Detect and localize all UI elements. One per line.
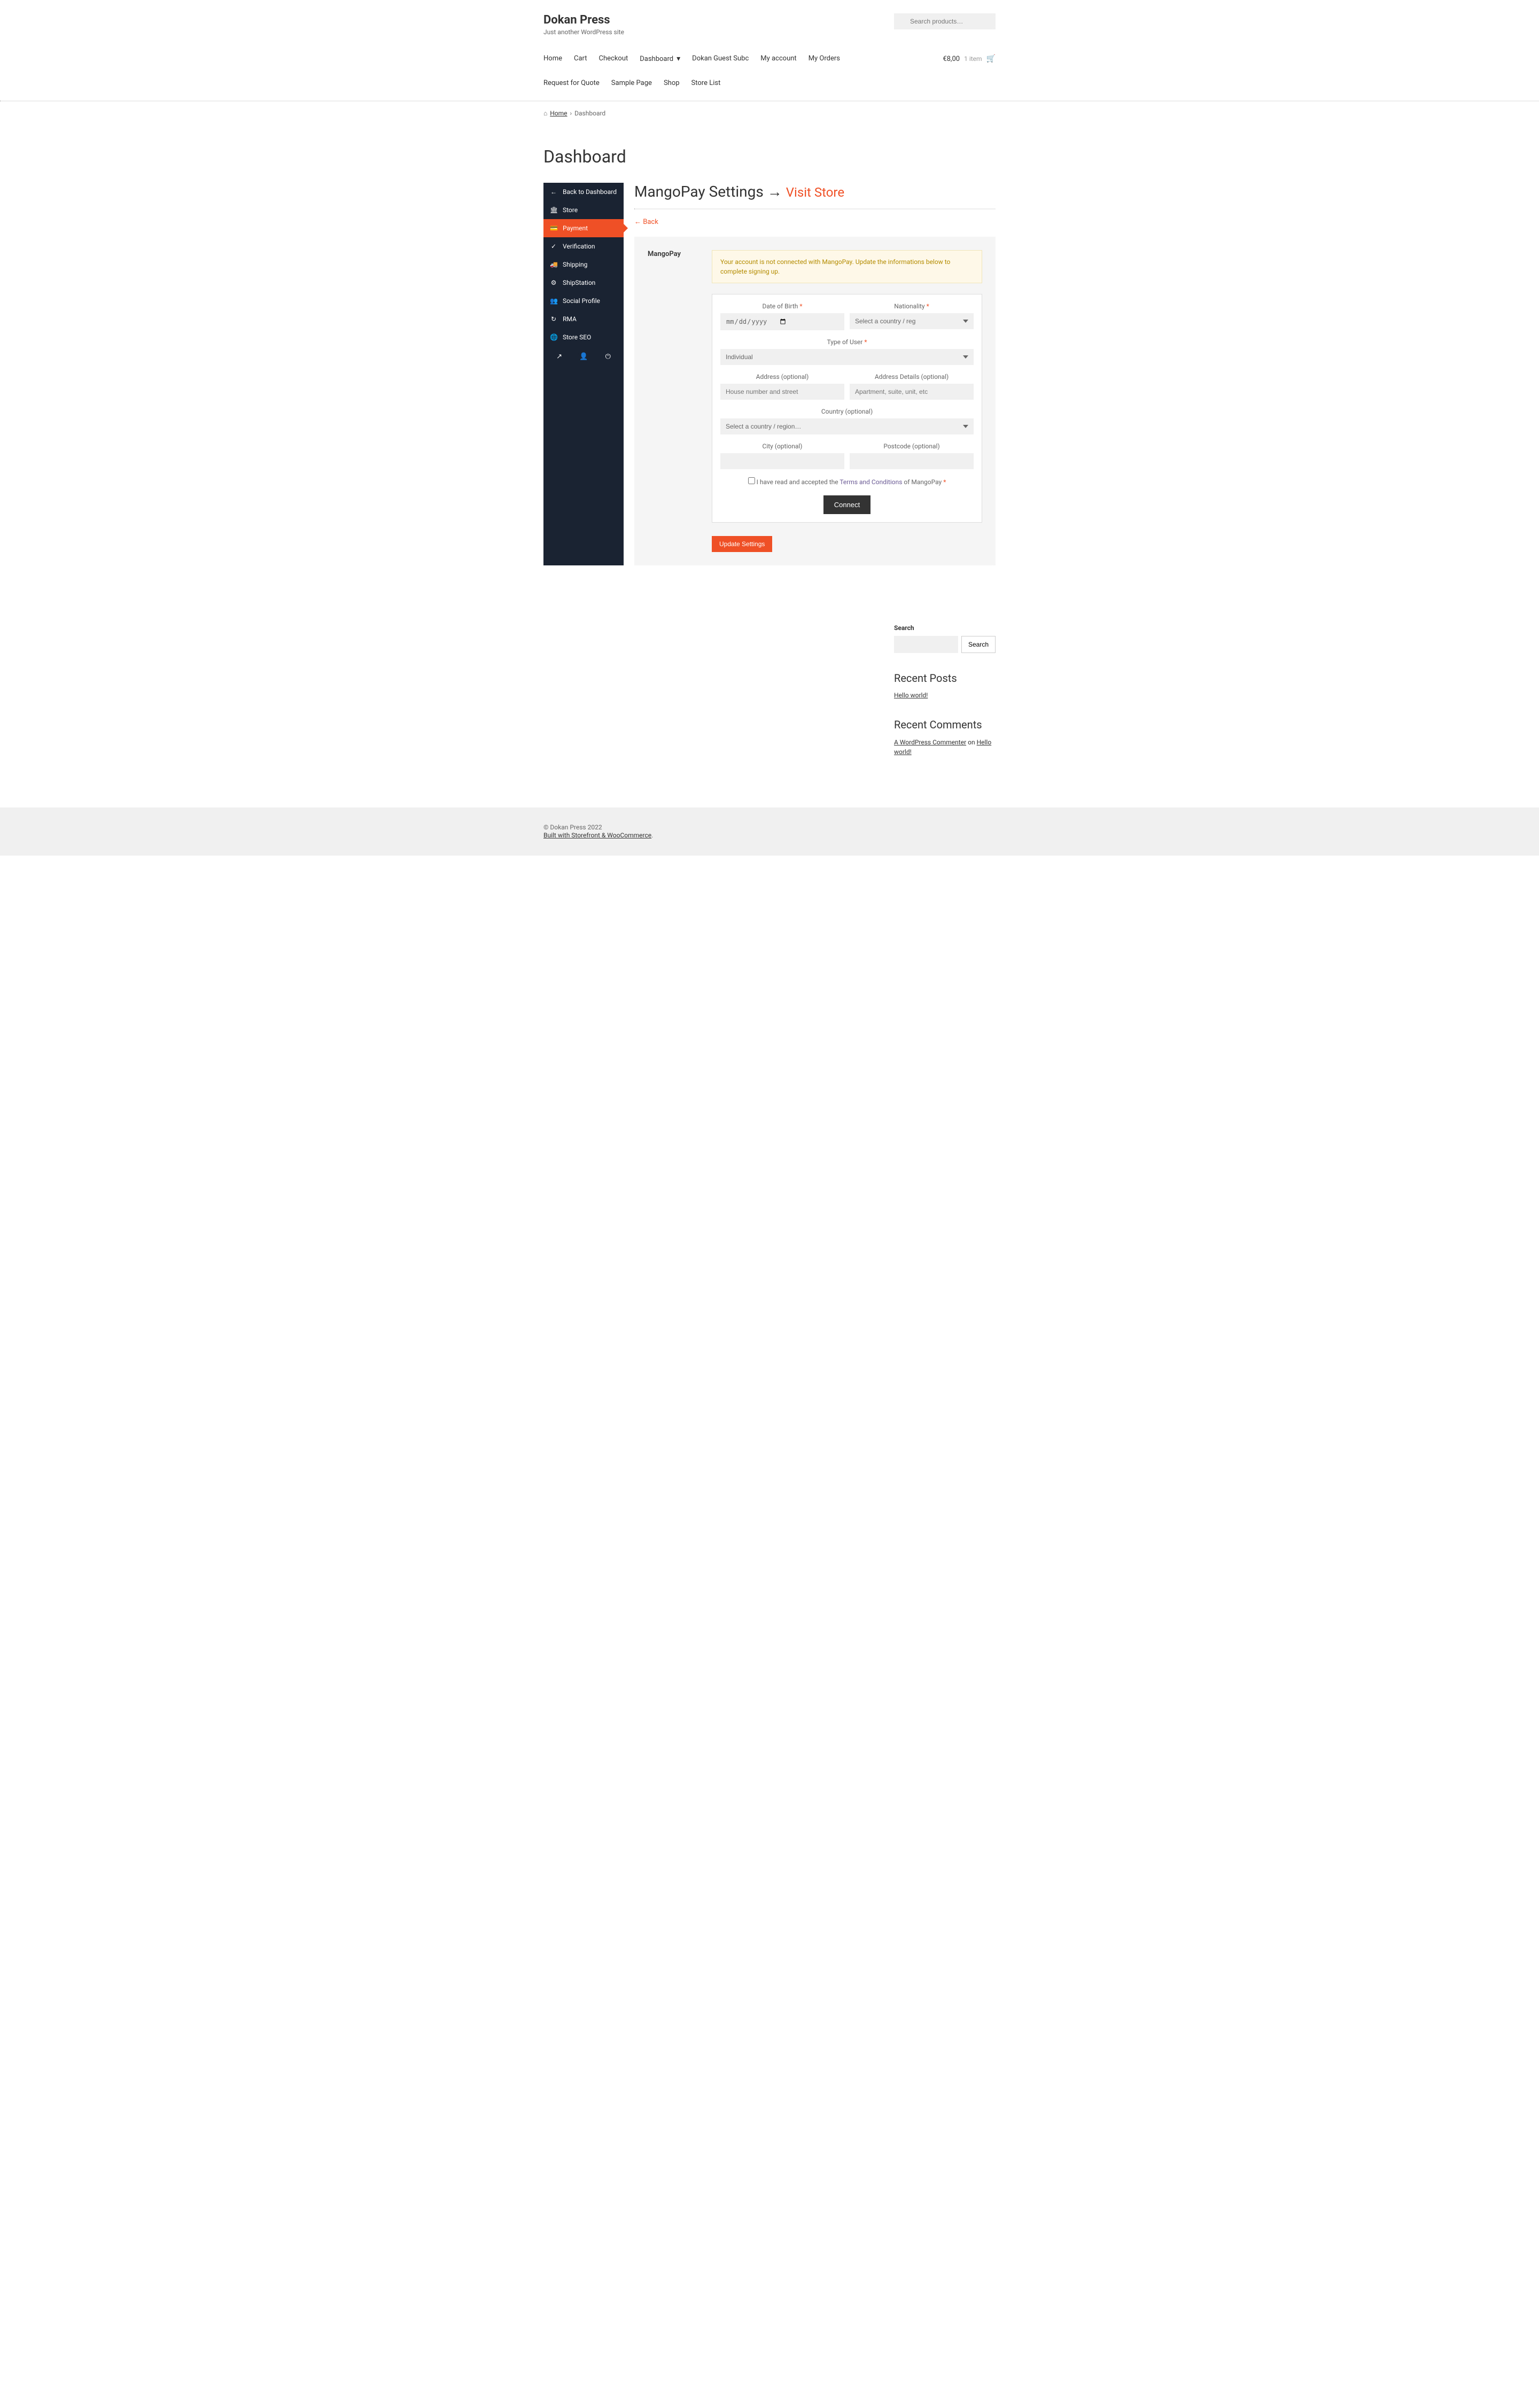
update-settings-button[interactable]: Update Settings xyxy=(712,536,772,552)
nationality-select[interactable]: Select a country / reg xyxy=(850,313,974,329)
nav-my-account[interactable]: My account xyxy=(760,55,796,63)
type-label: Type of User * xyxy=(720,338,974,346)
sidebar-item-shipping[interactable]: 🚚 Shipping xyxy=(543,255,624,274)
breadcrumb-current: Dashboard xyxy=(574,110,605,117)
site-tagline: Just another WordPress site xyxy=(543,28,624,36)
nav-sample[interactable]: Sample Page xyxy=(611,79,652,87)
arrow-right-icon: → xyxy=(767,183,782,200)
truck-icon: 🚚 xyxy=(550,261,557,268)
chevron-down-icon: ▾ xyxy=(677,55,680,63)
cart-info[interactable]: €8,00 1 item 🛒 xyxy=(943,55,996,63)
globe-icon: 🌐 xyxy=(550,333,557,341)
recent-posts-title: Recent Posts xyxy=(894,672,996,685)
nav-checkout[interactable]: Checkout xyxy=(599,55,628,63)
cart-total: €8,00 xyxy=(943,55,960,63)
refresh-icon: ↻ xyxy=(550,315,557,323)
dob-input[interactable] xyxy=(720,313,844,330)
nav-shop[interactable]: Shop xyxy=(664,79,680,87)
recent-post-link[interactable]: Hello world! xyxy=(894,692,928,699)
connect-button[interactable]: Connect xyxy=(823,495,870,514)
nav-home[interactable]: Home xyxy=(543,55,562,63)
cart-count: 1 item xyxy=(964,55,982,63)
nav-menu-primary: Home Cart Checkout Dashboard ▾ Dokan Gue… xyxy=(543,55,840,63)
sidebar-item-social[interactable]: 👥 Social Profile xyxy=(543,292,624,310)
sidebar-item-label: Shipping xyxy=(563,261,587,268)
sidebar-item-verification[interactable]: ✓ Verification xyxy=(543,237,624,255)
basket-icon: 🛒 xyxy=(986,55,996,63)
sidebar-item-back[interactable]: ← Back to Dashboard xyxy=(543,183,624,201)
sidebar-item-label: Store xyxy=(563,206,578,214)
commenter-link[interactable]: A WordPress Commenter xyxy=(894,739,966,746)
card-icon: 💳 xyxy=(550,224,557,232)
content-title: MangoPay Settings → Visit Store xyxy=(634,183,996,200)
sidebar-item-shipstation[interactable]: ⚙ ShipStation xyxy=(543,274,624,292)
sidebar-item-store[interactable]: 🏛 Store xyxy=(543,201,624,219)
dob-label: Date of Birth * xyxy=(720,302,844,310)
nav-dashboard[interactable]: Dashboard xyxy=(640,55,673,63)
sidebar-item-rma[interactable]: ↻ RMA xyxy=(543,310,624,328)
nav-my-orders[interactable]: My Orders xyxy=(809,55,840,63)
nav-cart[interactable]: Cart xyxy=(574,55,587,63)
address-input[interactable] xyxy=(720,384,844,400)
terms-text-suffix: of MangoPay xyxy=(902,478,943,486)
external-link-icon[interactable]: ↗ xyxy=(556,353,562,361)
settings-section-label: MangoPay xyxy=(648,250,701,523)
search-widget-input[interactable] xyxy=(894,636,958,653)
sidebar-item-label: Social Profile xyxy=(563,297,600,305)
address-details-label: Address Details (optional) xyxy=(850,373,974,380)
recent-comments-title: Recent Comments xyxy=(894,718,996,731)
nav-dokan-guest[interactable]: Dokan Guest Subc xyxy=(692,55,749,63)
alert-box: Your account is not connected with Mango… xyxy=(712,250,982,283)
address-details-input[interactable] xyxy=(850,384,974,400)
sidebar-item-label: Back to Dashboard xyxy=(563,188,617,196)
back-link[interactable]: ← Back xyxy=(634,218,658,226)
nav-rfq[interactable]: Request for Quote xyxy=(543,79,600,87)
country-select[interactable]: Select a country / region… xyxy=(720,418,974,434)
search-wrapper xyxy=(894,13,996,29)
sidebar-item-label: Payment xyxy=(563,224,588,232)
search-widget-button[interactable]: Search xyxy=(961,636,996,653)
home-icon: ⌂ xyxy=(543,110,547,117)
nav-dashboard-dropdown[interactable]: Dashboard ▾ xyxy=(640,55,680,63)
search-input[interactable] xyxy=(894,13,996,29)
postcode-input[interactable] xyxy=(850,453,974,469)
country-label: Country (optional) xyxy=(720,408,974,415)
terms-text-prefix: I have read and accepted the xyxy=(757,478,840,486)
sidebar: ← Back to Dashboard 🏛 Store 💳 Payment ✓ Veri… xyxy=(543,183,624,565)
gear-icon: ⚙ xyxy=(550,279,557,286)
postcode-label: Postcode (optional) xyxy=(850,442,974,450)
breadcrumb: ⌂Home›Dashboard xyxy=(543,102,996,125)
user-icon[interactable]: 👤 xyxy=(579,353,588,361)
sidebar-item-label: Verification xyxy=(563,243,595,250)
nav-menu-secondary: Request for Quote Sample Page Shop Store… xyxy=(543,71,996,95)
sidebar-item-seo[interactable]: 🌐 Store SEO xyxy=(543,328,624,346)
type-select[interactable]: Individual xyxy=(720,349,974,365)
city-label: City (optional) xyxy=(720,442,844,450)
sidebar-item-payment[interactable]: 💳 Payment xyxy=(543,219,624,237)
site-title[interactable]: Dokan Press xyxy=(543,13,624,27)
breadcrumb-home[interactable]: Home xyxy=(550,110,567,117)
store-icon: 🏛 xyxy=(550,206,557,214)
nationality-label: Nationality * xyxy=(850,302,974,310)
terms-checkbox[interactable] xyxy=(748,477,755,484)
comment-on-text: on xyxy=(966,739,976,746)
visit-store-link[interactable]: Visit Store xyxy=(786,185,844,200)
page-title: Dashboard xyxy=(543,146,996,167)
sidebar-item-label: RMA xyxy=(563,315,577,323)
footer-built-link[interactable]: Built with Storefront & WooCommerce xyxy=(543,832,651,839)
sidebar-item-label: ShipStation xyxy=(563,279,595,286)
address-label: Address (optional) xyxy=(720,373,844,380)
check-icon: ✓ xyxy=(550,243,557,250)
nav-store-list[interactable]: Store List xyxy=(691,79,721,87)
terms-link[interactable]: Terms and Conditions xyxy=(840,478,902,486)
users-icon: 👥 xyxy=(550,297,557,305)
arrow-left-icon: ← xyxy=(550,188,557,196)
footer-copyright: © Dokan Press 2022 xyxy=(543,824,996,831)
search-widget-title: Search xyxy=(894,624,996,632)
sidebar-item-label: Store SEO xyxy=(563,333,591,341)
power-icon[interactable]: ⏻ xyxy=(605,353,611,361)
city-input[interactable] xyxy=(720,453,844,469)
